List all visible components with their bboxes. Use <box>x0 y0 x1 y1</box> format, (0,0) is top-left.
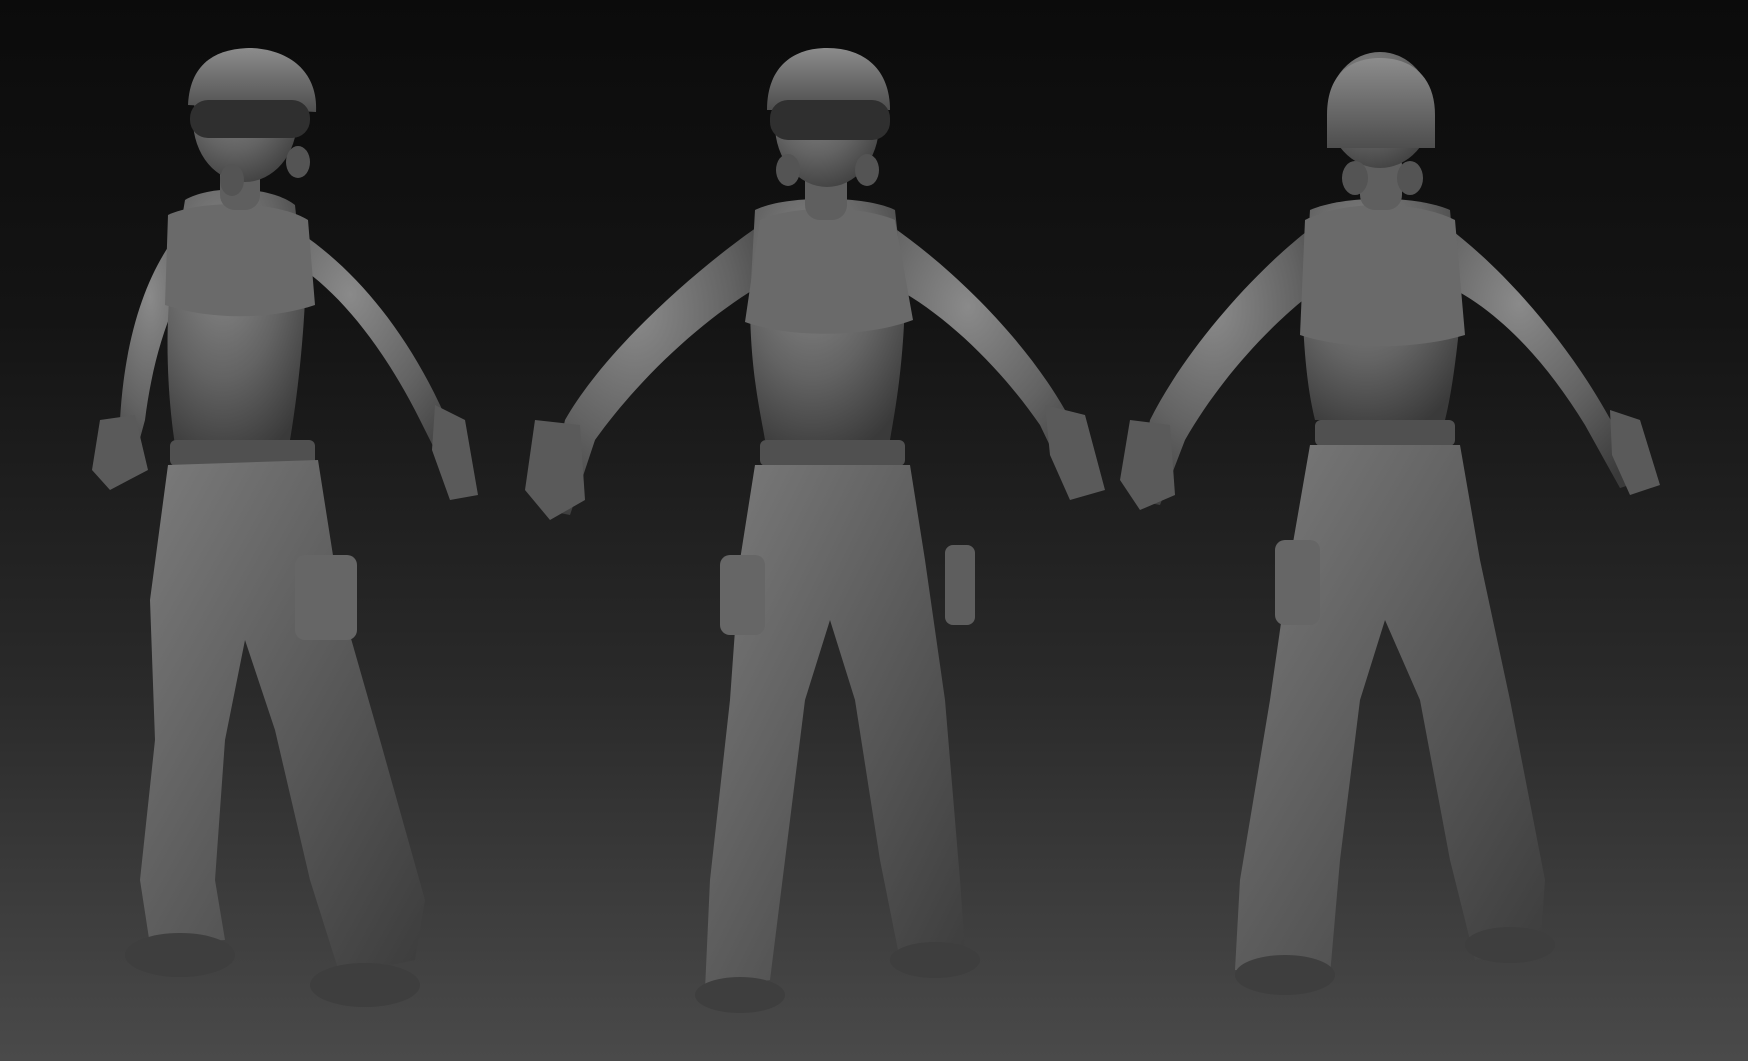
cargo-pocket-right <box>945 545 975 625</box>
cargo-pocket-left <box>720 555 765 635</box>
boot-left <box>695 977 785 1013</box>
right-hand <box>432 405 478 500</box>
hair-bun-left <box>220 164 244 196</box>
crop-top-back <box>1300 205 1465 347</box>
figure-three-quarter-svg <box>92 48 478 1007</box>
render-viewport <box>0 0 1748 1061</box>
figure-front-svg <box>525 48 1105 1013</box>
hair-bun-right <box>1397 161 1423 195</box>
sculpt-figure-three-quarter <box>40 0 500 1061</box>
hair-bun-left <box>1342 161 1368 195</box>
hair-bun-right <box>855 154 879 186</box>
right-hand <box>1045 405 1105 500</box>
boot-right <box>890 942 980 978</box>
belt <box>1315 420 1455 446</box>
boot-right <box>310 963 420 1007</box>
sculpt-figure-front <box>505 0 1125 1061</box>
goggles <box>190 100 310 138</box>
boot-left <box>125 933 235 977</box>
hair-bun-right <box>286 146 310 178</box>
pants <box>140 460 425 975</box>
cargo-pocket <box>295 555 357 640</box>
crop-top <box>745 208 913 334</box>
belt <box>760 440 905 466</box>
crop-top <box>165 204 315 317</box>
boot-right <box>1465 927 1555 963</box>
pants <box>705 465 965 990</box>
cargo-pocket <box>1275 540 1320 625</box>
figure-back-svg <box>1120 52 1660 995</box>
left-hand <box>525 420 585 520</box>
goggles <box>770 100 890 140</box>
left-hand <box>1120 420 1175 510</box>
pants <box>1235 445 1545 975</box>
hair-bun-left <box>776 154 800 186</box>
boot-left <box>1235 955 1335 995</box>
sculpt-figure-back <box>1115 0 1675 1061</box>
